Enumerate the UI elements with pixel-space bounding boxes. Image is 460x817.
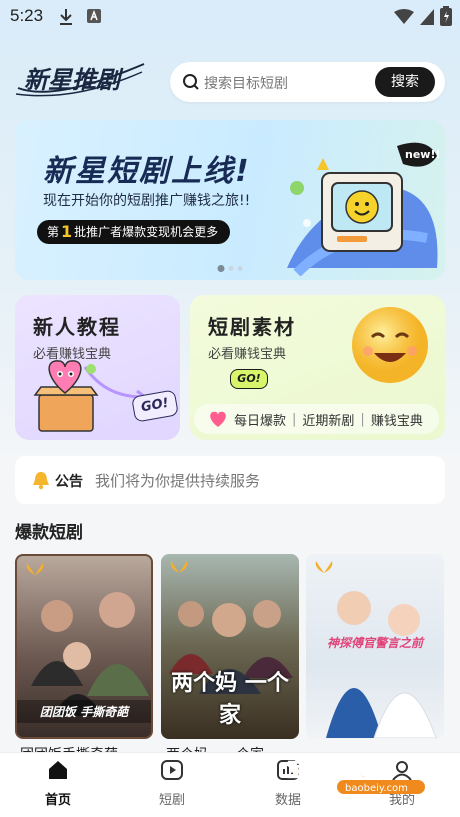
link-daily-hits[interactable]: 每日爆款 (234, 410, 286, 429)
download-icon (60, 9, 72, 25)
svg-text:new!!: new!! (405, 148, 441, 161)
drama-poster-1[interactable]: 团团饭 手撕奇葩 (15, 554, 153, 739)
app-header: 新星推剧 搜索目标短剧 搜索 (0, 52, 460, 108)
wifi-icon (394, 9, 414, 24)
banner-dot[interactable] (237, 266, 243, 271)
bell-icon (33, 472, 49, 490)
banner-dot[interactable] (217, 265, 225, 272)
status-bar: 5:23 (0, 0, 460, 34)
announcement-text: 我们将为你提供持续服务 (95, 472, 261, 490)
tutorial-card[interactable]: 新人教程 必看赚钱宝典 GO! (15, 295, 180, 440)
app-notification-icon (87, 9, 101, 23)
banner-subtitle: 现在开始你的短剧推广赚钱之旅!! (43, 193, 251, 209)
search-button[interactable]: 搜索 (375, 67, 435, 97)
link-new-dramas[interactable]: 近期新剧 (302, 410, 354, 429)
svg-text:baobeiy.com: baobeiy.com (345, 783, 408, 794)
app-logo: 新星推剧 (15, 63, 145, 97)
site-watermark: 宝贝游戏网 baobeiy.com (287, 757, 425, 794)
tab-dramas[interactable]: 短剧 (132, 759, 212, 808)
search-input[interactable]: 搜索目标短剧 (204, 73, 288, 93)
tab-home-label: 首页 (44, 793, 71, 808)
drama-poster-3[interactable]: 神探傅官警言之前 (306, 554, 444, 739)
svg-text:新星推剧: 新星推剧 (24, 66, 124, 94)
home-icon (49, 761, 67, 779)
pill-number: 1 (61, 222, 73, 241)
banner-pagination (217, 265, 243, 272)
svg-text:宝贝游戏网: 宝贝游戏网 (287, 757, 387, 781)
announcement-bar[interactable]: 公告 我们将为你提供持续服务 (15, 456, 445, 504)
butterfly-icon (170, 561, 188, 573)
banner-dot[interactable] (228, 266, 234, 271)
poster-2-caption: 两个妈 一个家 (171, 671, 289, 728)
battery-icon (440, 6, 452, 26)
divider: | (360, 411, 365, 427)
promo-banner[interactable]: 新星短剧上线! 现在开始你的短剧推广赚钱之旅!! 第 1 批推广者爆款变现机会更… (15, 120, 445, 280)
material-go-button[interactable]: GO! (230, 369, 268, 389)
banner-pill: 第 1 批推广者爆款变现机会更多 (37, 220, 231, 244)
search-icon (183, 74, 199, 90)
search-bar[interactable]: 搜索目标短剧 搜索 (170, 62, 445, 102)
smiley-emoji-illustration (352, 307, 428, 383)
signal-icon (420, 9, 434, 25)
material-title: 短剧素材 (208, 315, 296, 339)
tab-home[interactable]: 首页 (18, 759, 98, 808)
announcement-label: 公告 (55, 474, 83, 490)
material-subtitle: 必看赚钱宝典 (208, 347, 287, 362)
tab-dramas-label: 短剧 (158, 793, 185, 808)
poster-3-art (326, 591, 437, 738)
heart-icon (210, 411, 226, 427)
banner-title: 新星短剧上线! (43, 154, 251, 189)
poster-3-caption: 神探傅官警言之前 (326, 636, 423, 650)
computer-mascot-illustration: new!! (287, 142, 441, 276)
pill-prefix: 第 (47, 225, 60, 239)
play-icon (161, 760, 183, 780)
material-links-row: 每日爆款 | 近期新剧 | 赚钱宝典 (194, 404, 439, 434)
divider: | (292, 411, 297, 427)
tutorial-title: 新人教程 (33, 315, 121, 339)
butterfly-icon (26, 563, 44, 575)
section-title: 爆款短剧 (15, 523, 83, 543)
link-money-guide[interactable]: 赚钱宝典 (371, 410, 423, 429)
drama-poster-2[interactable]: 两个妈 一个家 (161, 554, 299, 739)
status-time: 5:23 (10, 6, 44, 25)
material-card[interactable]: 短剧素材 必看赚钱宝典 GO! 每日爆款 | 近期新剧 | 赚钱宝典 (190, 295, 445, 440)
poster-1-art (31, 592, 149, 716)
pill-text: 批推广者爆款变现机会更多 (74, 225, 219, 239)
poster-1-caption: 团团饭 手撕奇葩 (17, 700, 151, 723)
